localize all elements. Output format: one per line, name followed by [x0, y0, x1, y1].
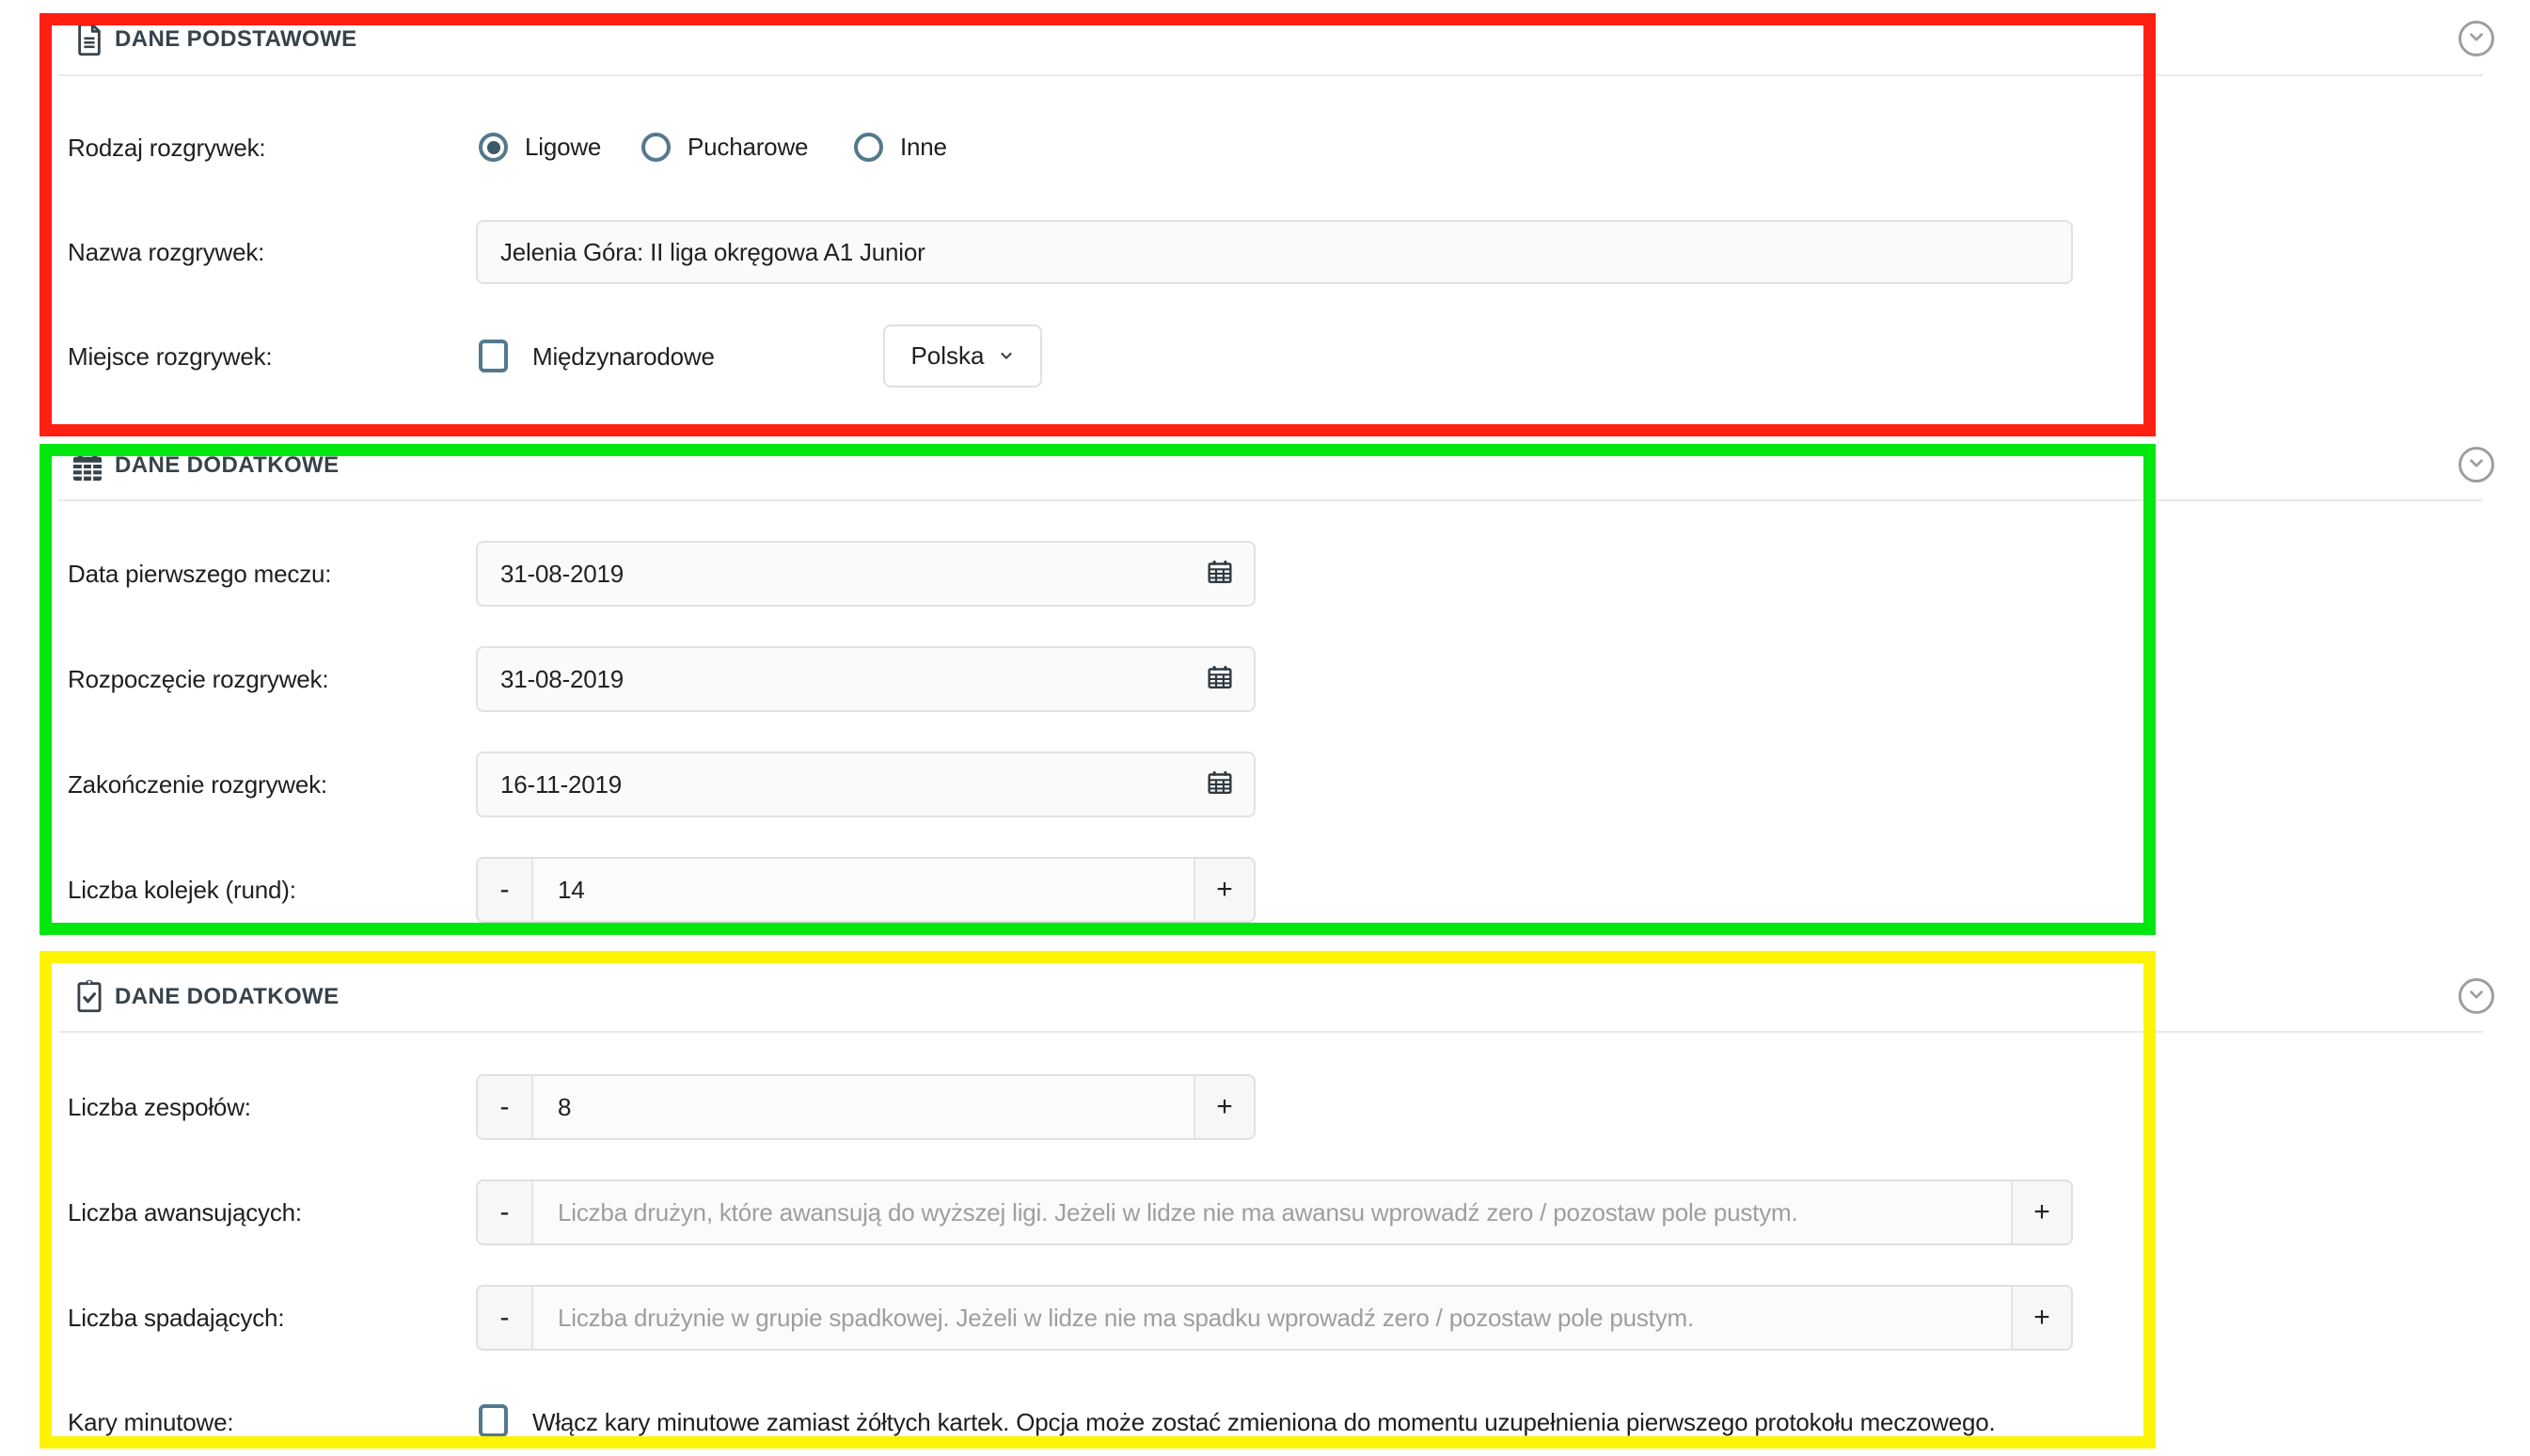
decrement-button[interactable]: -	[478, 1287, 533, 1349]
kary-minutowe-checkbox[interactable]	[479, 1404, 508, 1437]
liczba-spadajacych-input[interactable]	[533, 1287, 2011, 1349]
kary-minutowe-checkbox-label: Włącz kary minutowe zamiast żółtych kart…	[532, 1408, 1996, 1437]
liczba-spadajacych-stepper: - +	[476, 1285, 2073, 1351]
liczba-zespolow-input[interactable]	[533, 1076, 1194, 1138]
decrement-button[interactable]: -	[478, 1181, 533, 1243]
header-divider	[58, 1031, 2483, 1033]
increment-button[interactable]: +	[2011, 1181, 2071, 1243]
liczba-awansujacych-label: Liczba awansujących:	[68, 1198, 302, 1227]
section-dane-dodatkowe-zespoly: DANE DODATKOWE Liczba zespołów: - + Licz…	[0, 0, 2530, 1456]
chevron-down-icon	[2466, 984, 2487, 1009]
liczba-spadajacych-label: Liczba spadających:	[68, 1304, 284, 1333]
increment-button[interactable]: +	[1194, 1076, 1254, 1138]
competition-settings-page: DANE PODSTAWOWE Rodzaj rozgrywek: Ligowe…	[0, 0, 2530, 1456]
kary-minutowe-label: Kary minutowe:	[68, 1408, 233, 1437]
liczba-zespolow-stepper: - +	[476, 1074, 1256, 1140]
liczba-zespolow-label: Liczba zespołów:	[68, 1093, 251, 1122]
liczba-awansujacych-stepper: - +	[476, 1179, 2073, 1245]
clipboard-check-icon	[72, 976, 106, 1021]
decrement-button[interactable]: -	[478, 1076, 533, 1138]
collapse-section-button[interactable]	[2459, 978, 2494, 1014]
increment-button[interactable]: +	[2011, 1287, 2071, 1349]
liczba-awansujacych-input[interactable]	[533, 1181, 2011, 1243]
section-title: DANE DODATKOWE	[115, 984, 339, 1010]
